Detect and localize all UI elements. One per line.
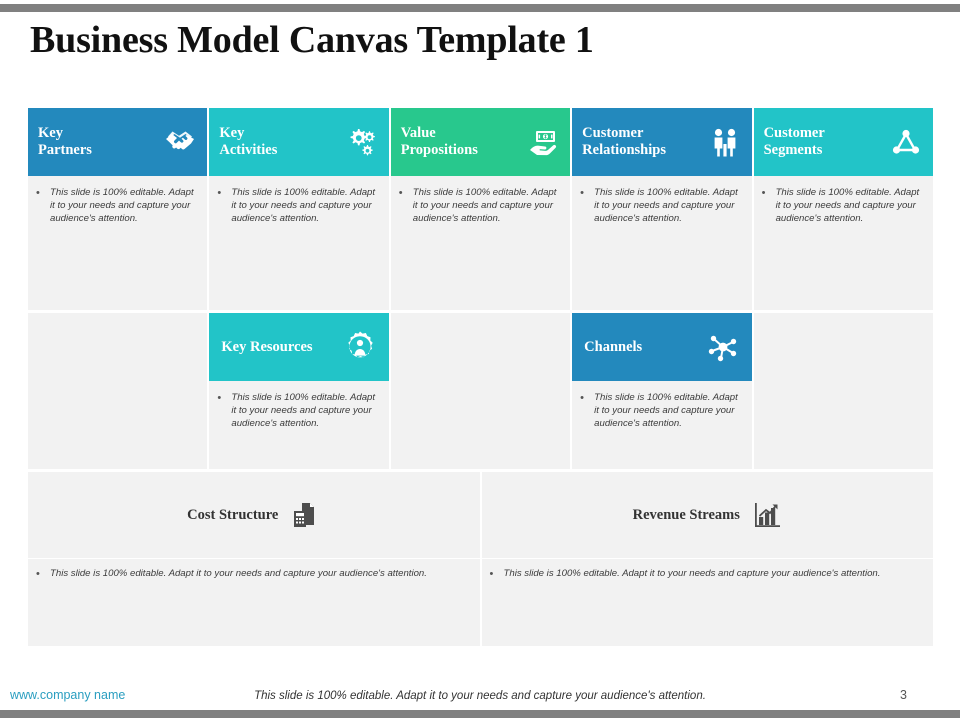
customer-segments-copy: This slide is 100% editable. Adapt it to… — [775, 187, 920, 225]
bullet-marker: • — [761, 187, 766, 199]
customer-segments-title: Customer Segments — [763, 125, 825, 158]
cost-structure-title: Cost Structure — [187, 506, 279, 523]
canvas-cell-customer-segments[interactable]: Customer Segments • This slide is 100% e… — [753, 108, 933, 310]
gears-icon — [345, 125, 379, 159]
canvas-cell-channels[interactable]: Channels • This slide is 100% editable. — [572, 313, 752, 469]
bullet-marker: • — [36, 568, 40, 580]
bullet-marker: • — [217, 392, 222, 404]
key-resources-title: Key Resources — [221, 338, 313, 355]
page-title: Business Model Canvas Template 1 — [30, 19, 594, 61]
key-resources-body: • This slide is 100% editable. Adapt it … — [209, 381, 388, 431]
customer-segments-body: • This slide is 100% editable. Adapt it … — [754, 176, 933, 226]
calculator-document-icon — [290, 500, 320, 530]
cost-structure-body: • This slide is 100% editable. Adapt it … — [28, 558, 480, 646]
revenue-streams-title: Revenue Streams — [632, 506, 740, 523]
canvas-bottom-row: Cost Structure • This slide is 100% edit… — [28, 472, 933, 646]
footer-page-number: 3 — [900, 688, 907, 702]
key-resources-copy: This slide is 100% editable. Adapt it to… — [231, 392, 376, 430]
key-activities-header: Key Activities — [209, 108, 389, 176]
canvas-cell-value-propositions[interactable]: Value Propositions • This slide is 100% — [390, 108, 571, 310]
channels-title: Channels — [584, 338, 643, 355]
money-hand-icon — [526, 125, 560, 159]
canvas-middle-row: Key Resources • This slide is 100% edita… — [28, 313, 933, 469]
value-propositions-copy: This slide is 100% editable. Adapt it to… — [412, 187, 557, 225]
channels-header: Channels — [572, 313, 752, 381]
canvas-cell-middle-empty-1 — [28, 313, 208, 469]
key-activities-body: • This slide is 100% editable. Adapt it … — [209, 176, 388, 226]
cost-structure-header: Cost Structure — [28, 472, 480, 558]
person-gear-icon — [343, 330, 377, 364]
canvas-top-row: Key Partners • This slide is 100% editab… — [28, 108, 933, 310]
canvas-cell-key-partners[interactable]: Key Partners • This slide is 100% editab… — [28, 108, 208, 310]
bullet-marker: • — [489, 568, 494, 580]
bullet-marker: • — [36, 187, 40, 199]
canvas-cell-key-activities[interactable]: Key Activities • This slide is 100% edit… — [209, 108, 389, 310]
cost-structure-copy: This slide is 100% editable. Adapt it to… — [50, 568, 427, 579]
canvas-cell-revenue-streams[interactable]: Revenue Streams • This slide is 100% edi… — [481, 472, 933, 646]
bullet-marker: • — [580, 187, 585, 199]
customer-relationships-header: Customer Relationships — [572, 108, 752, 176]
network-group-icon — [889, 125, 923, 159]
canvas-cell-cost-structure[interactable]: Cost Structure • This slide is 100% edit… — [28, 472, 480, 646]
bullet-marker: • — [398, 187, 403, 199]
customer-relationships-copy: This slide is 100% editable. Adapt it to… — [594, 187, 738, 225]
handshake-icon — [163, 125, 197, 159]
two-people-icon — [708, 125, 742, 159]
channels-copy: This slide is 100% editable. Adapt it to… — [594, 392, 738, 430]
value-propositions-header: Value Propositions — [390, 108, 571, 176]
canvas-cell-middle-empty-2 — [390, 313, 571, 469]
key-activities-copy: This slide is 100% editable. Adapt it to… — [231, 187, 376, 225]
customer-relationships-body: • This slide is 100% editable. Adapt it … — [572, 176, 751, 226]
bar-chart-arrow-icon — [752, 500, 782, 530]
top-decorative-bar — [0, 4, 960, 12]
key-partners-body: • This slide is 100% editable. Adapt it … — [28, 176, 207, 226]
key-partners-title: Key Partners — [38, 125, 92, 158]
canvas-cell-key-resources[interactable]: Key Resources • This slide is 100% edita… — [209, 313, 389, 469]
revenue-streams-body: • This slide is 100% editable. Adapt it … — [481, 558, 933, 646]
hub-spoke-icon — [706, 330, 740, 364]
customer-relationships-title: Customer Relationships — [582, 125, 666, 158]
revenue-streams-header: Revenue Streams — [481, 472, 933, 558]
key-partners-copy: This slide is 100% editable. Adapt it to… — [50, 187, 194, 225]
canvas-cell-customer-relationships[interactable]: Customer Relationships • This slide is 1… — [572, 108, 752, 310]
key-partners-header: Key Partners — [28, 108, 208, 176]
canvas-cell-middle-empty-3 — [753, 313, 933, 469]
bottom-decorative-bar — [0, 710, 960, 718]
value-propositions-title: Value Propositions — [400, 125, 478, 158]
business-model-canvas: Key Partners • This slide is 100% editab… — [28, 108, 933, 646]
revenue-streams-copy: This slide is 100% editable. Adapt it to… — [503, 568, 881, 579]
key-activities-title: Key Activities — [219, 125, 278, 158]
value-propositions-body: • This slide is 100% editable. Adapt it … — [391, 176, 570, 226]
customer-segments-header: Customer Segments — [753, 108, 933, 176]
footer-note: This slide is 100% editable. Adapt it to… — [254, 690, 706, 702]
bullet-marker: • — [217, 187, 222, 199]
channels-body: • This slide is 100% editable. Adapt it … — [572, 381, 751, 431]
key-resources-header: Key Resources — [209, 313, 389, 381]
bullet-marker: • — [580, 392, 585, 404]
